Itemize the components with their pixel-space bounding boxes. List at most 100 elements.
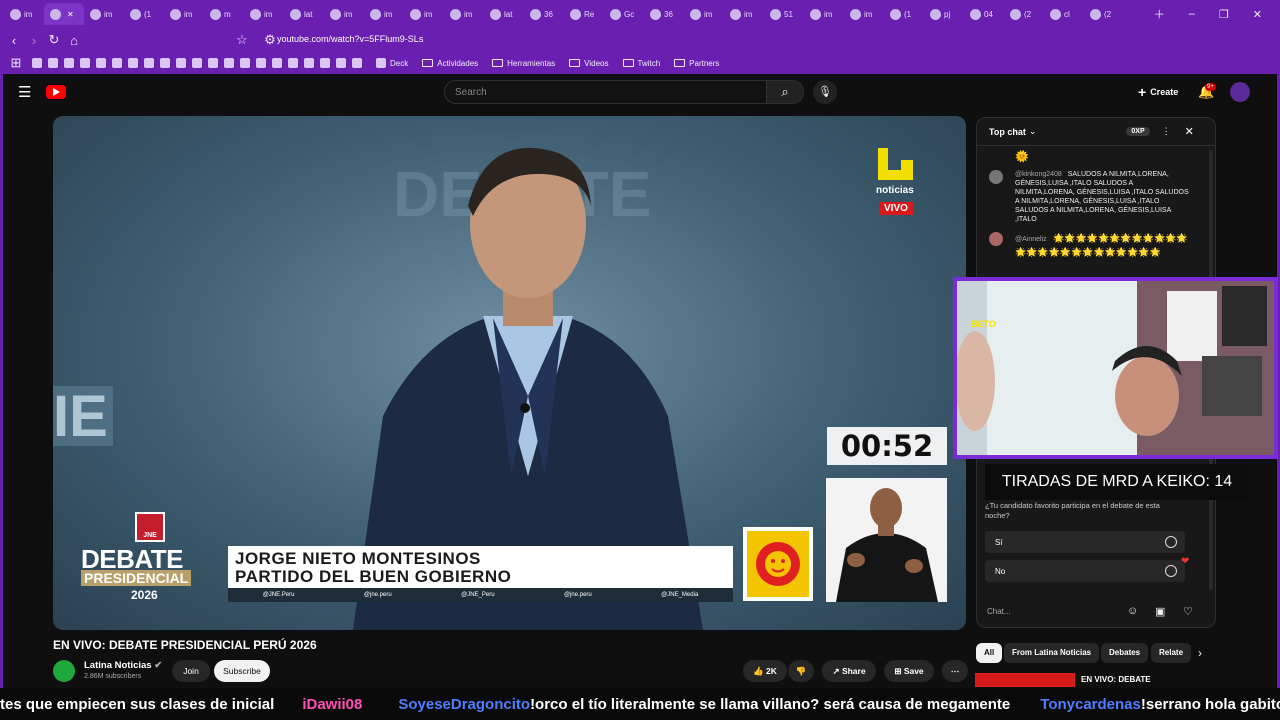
browser-tab[interactable]: 36 <box>644 3 684 25</box>
bookmark-folder-actividades[interactable]: Actividades <box>422 59 478 68</box>
bookmark-favicon[interactable] <box>176 58 186 68</box>
chat-input[interactable]: Chat... <box>987 603 1122 621</box>
dislike-button[interactable]: 👎 <box>788 660 814 682</box>
new-tab-icon[interactable]: ＋ <box>1154 6 1165 22</box>
chip-related[interactable]: Relate <box>1151 643 1192 663</box>
join-button[interactable]: Join <box>172 660 210 682</box>
browser-tab[interactable]: im <box>844 3 884 25</box>
chevron-right-icon[interactable]: › <box>1198 646 1202 660</box>
avatar[interactable] <box>989 232 1003 246</box>
forward-icon[interactable]: › <box>24 33 44 48</box>
browser-tab[interactable]: (1 <box>124 3 164 25</box>
close-tab-icon[interactable]: ✕ <box>67 10 74 19</box>
related-video-title[interactable]: EN VIVO: DEBATE <box>1081 675 1151 684</box>
channel-avatar[interactable] <box>53 660 75 682</box>
bookmark-favicon[interactable] <box>144 58 154 68</box>
bookmark-favicon[interactable] <box>256 58 266 68</box>
bookmark-favicon[interactable] <box>272 58 282 68</box>
bookmark-favicon[interactable] <box>160 58 170 68</box>
bookmark-folder-partners[interactable]: Partners <box>674 59 719 68</box>
bookmark-favicon[interactable] <box>192 58 202 68</box>
bookmark-icon[interactable]: ☆ <box>232 32 252 48</box>
browser-tab[interactable]: m <box>204 3 244 25</box>
browser-tab[interactable]: 36 <box>524 3 564 25</box>
bookmark-folder-videos[interactable]: Videos <box>569 59 609 68</box>
heart-icon[interactable]: ♡ <box>1183 605 1193 618</box>
related-video-thumbnail[interactable] <box>975 673 1075 687</box>
browser-tab[interactable]: im <box>684 3 724 25</box>
bookmark-favicon[interactable] <box>96 58 106 68</box>
browser-tab[interactable]: im <box>364 3 404 25</box>
home-icon[interactable]: ⌂ <box>64 33 84 48</box>
bookmark-favicon[interactable] <box>32 58 42 68</box>
radio-button[interactable] <box>1165 565 1177 577</box>
browser-tab[interactable]: im <box>724 3 764 25</box>
bookmark-favicon[interactable] <box>208 58 218 68</box>
close-window-icon[interactable]: ✕ <box>1253 8 1262 21</box>
bookmark-favicon[interactable] <box>112 58 122 68</box>
browser-tab[interactable]: cl <box>1044 3 1084 25</box>
bookmark-favicon[interactable] <box>224 58 234 68</box>
browser-tab[interactable]: 51 <box>764 3 804 25</box>
poll-option-si[interactable]: Sí <box>985 531 1185 553</box>
bookmark-deck[interactable]: Deck <box>376 58 408 68</box>
restore-icon[interactable]: ❐ <box>1219 8 1229 21</box>
bookmark-favicon[interactable] <box>128 58 138 68</box>
browser-tab[interactable]: ✕ <box>44 3 84 25</box>
emoji-icon[interactable]: ☺ <box>1127 605 1138 617</box>
chip-from-latina[interactable]: From Latina Noticias <box>1004 643 1100 663</box>
search-button[interactable]: ⌕ <box>766 80 804 104</box>
bookmark-folder-twitch[interactable]: Twitch <box>622 59 660 68</box>
share-button[interactable]: ↗ Share <box>822 660 876 682</box>
bookmark-favicon[interactable] <box>240 58 250 68</box>
like-button[interactable]: 👍 2K <box>743 660 787 682</box>
bookmark-favicon[interactable] <box>48 58 58 68</box>
browser-tab[interactable]: im <box>244 3 284 25</box>
account-avatar[interactable] <box>1230 82 1250 102</box>
browser-tab[interactable]: (2 <box>1004 3 1044 25</box>
browser-tab[interactable]: im <box>804 3 844 25</box>
bookmark-favicon[interactable] <box>320 58 330 68</box>
radio-button[interactable] <box>1165 536 1177 548</box>
browser-tab[interactable]: im <box>444 3 484 25</box>
browser-tab[interactable]: im <box>4 3 44 25</box>
back-icon[interactable]: ‹ <box>4 33 24 48</box>
bookmark-favicon[interactable] <box>304 58 314 68</box>
bookmark-favicon[interactable] <box>336 58 346 68</box>
video-player[interactable]: IE DEBATE noticias VIVO 00:52 JNE <box>53 116 966 630</box>
chevron-down-icon[interactable]: ⌄ <box>1029 126 1037 137</box>
search-input[interactable]: Search <box>444 80 767 104</box>
bookmark-folder-herramientas[interactable]: Herramientas <box>492 59 555 68</box>
browser-tab[interactable]: lat <box>484 3 524 25</box>
poll-option-no[interactable]: No <box>985 560 1185 582</box>
bookmark-favicon[interactable] <box>64 58 74 68</box>
chat-author[interactable]: @Ainneliz <box>1015 236 1047 243</box>
browser-tab[interactable]: Re <box>564 3 604 25</box>
create-button[interactable]: + Create <box>1130 82 1186 102</box>
bookmark-favicon[interactable] <box>352 58 362 68</box>
chip-debates[interactable]: Debates <box>1101 643 1149 663</box>
browser-tab[interactable]: Gc <box>604 3 644 25</box>
subscribe-button[interactable]: Subscribe <box>214 660 270 682</box>
chip-all[interactable]: All <box>976 643 1003 663</box>
browser-tab[interactable]: im <box>84 3 124 25</box>
browser-tab[interactable]: (2 <box>1084 3 1124 25</box>
bookmark-favicon[interactable] <box>80 58 90 68</box>
browser-tab[interactable]: (1 <box>884 3 924 25</box>
browser-tab[interactable]: lat <box>284 3 324 25</box>
avatar[interactable] <box>989 170 1003 184</box>
reload-icon[interactable]: ↻ <box>44 32 64 48</box>
super-chat-icon[interactable]: ▣ <box>1155 605 1165 618</box>
browser-tab[interactable]: pj <box>924 3 964 25</box>
close-chat-icon[interactable]: ✕ <box>1185 125 1194 138</box>
channel-name[interactable]: Latina Noticias ✔ <box>84 660 162 671</box>
chat-mode-dropdown[interactable]: Top chat <box>989 127 1026 137</box>
points-badge[interactable]: 0XP <box>1126 127 1150 136</box>
more-options-icon[interactable]: ⋮ <box>1162 126 1171 137</box>
browser-tab[interactable]: im <box>164 3 204 25</box>
url-text[interactable]: youtube.com/watch?v=5FFlum9-SLs <box>277 34 423 44</box>
more-actions-button[interactable]: ⋯ <box>942 660 968 682</box>
browser-tab[interactable]: im <box>404 3 444 25</box>
chat-author[interactable]: @kinkong2408 <box>1015 171 1062 178</box>
minimize-icon[interactable]: – <box>1189 8 1195 20</box>
